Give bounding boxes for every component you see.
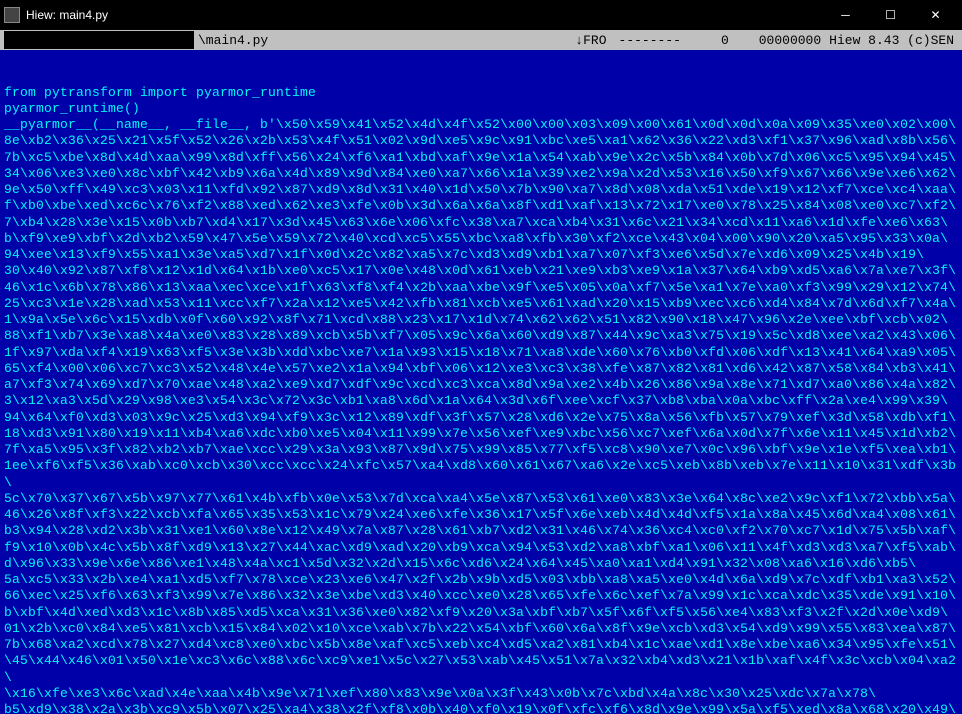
maximize-button[interactable] bbox=[868, 1, 913, 30]
status-filename: \main4.py bbox=[198, 33, 458, 48]
minimize-button[interactable] bbox=[823, 1, 868, 30]
app-icon bbox=[4, 7, 20, 23]
content-area: from pytransform import pyarmor_runtime … bbox=[0, 50, 962, 714]
status-bar: \main4.py ↓FRO -------- 0 00000000 Hiew … bbox=[0, 30, 962, 50]
close-button[interactable] bbox=[913, 1, 958, 30]
status-dashes: -------- bbox=[619, 33, 681, 48]
file-content: from pytransform import pyarmor_runtime … bbox=[4, 85, 958, 714]
status-zero: 0 bbox=[721, 33, 729, 48]
window-title: Hiew: main4.py bbox=[26, 8, 823, 22]
status-path-prefix bbox=[4, 31, 194, 49]
status-mode: ↓FRO bbox=[575, 33, 606, 48]
status-offset: 00000000 bbox=[759, 33, 821, 48]
status-version: Hiew 8.43 (c)SEN bbox=[829, 33, 954, 48]
